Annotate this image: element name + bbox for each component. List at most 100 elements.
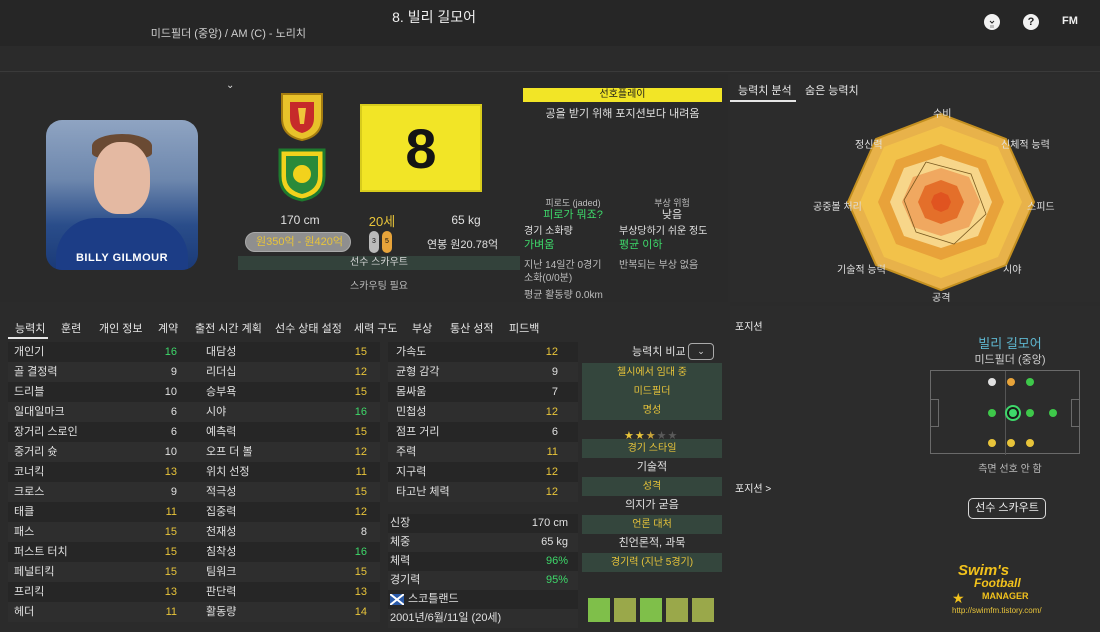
attribute-row[interactable]: 판단력 13 — [198, 582, 380, 602]
attribute-row[interactable]: 장거리 스로인 6 — [8, 422, 198, 442]
attribute-value: 10 — [164, 386, 177, 398]
compare-dropdown-button[interactable]: ⌄ — [688, 343, 714, 360]
attribute-value: 7 — [551, 386, 558, 398]
attribute-name: 판단력 — [206, 586, 237, 598]
chevron-down-icon[interactable]: ⌄ — [226, 80, 234, 91]
attribute-row[interactable]: 침착성 16 — [198, 542, 380, 562]
attribute-row[interactable]: 리더십 12 — [198, 362, 380, 382]
attribute-row[interactable]: 민첩성 12 — [388, 402, 578, 422]
attribute-row[interactable]: 적극성 15 — [198, 482, 380, 502]
tab-personal-info[interactable]: 개인 정보 — [99, 320, 143, 336]
avg-distance-text: 평균 활동량 0.0km — [524, 290, 603, 301]
attribute-value: 15 — [354, 386, 367, 398]
attribute-value: 6 — [170, 426, 177, 438]
attribute-row[interactable]: 집중력 12 — [198, 502, 380, 522]
attribute-row[interactable]: 크로스 9 — [8, 482, 198, 502]
tab-hidden-attributes[interactable]: 숨은 능력치 — [805, 82, 859, 98]
attribute-row[interactable]: 오프 더 볼 12 — [198, 442, 380, 462]
attribute-row[interactable]: 주력 11 — [388, 442, 578, 462]
star-icon: ★ — [624, 430, 635, 442]
attribute-value: 11 — [355, 466, 367, 478]
attribute-row[interactable]: 개인기 16 — [8, 342, 198, 362]
player-name-title: 8. 빌리 길모어 — [392, 9, 476, 25]
attribute-value: 15 — [354, 346, 367, 358]
attribute-value: 12 — [354, 366, 367, 378]
attribute-row[interactable]: 승부욕 15 — [198, 382, 380, 402]
height-value: 170 cm — [280, 213, 320, 227]
attribute-row[interactable]: 페널티킥 15 — [8, 562, 198, 582]
attribute-row[interactable]: 몸싸움 7 — [388, 382, 578, 402]
tab-feedback[interactable]: 피드백 — [509, 320, 539, 336]
attribute-row[interactable]: 위치 선정 11 — [198, 462, 380, 482]
attribute-row[interactable]: 타고난 체력 12 — [388, 482, 578, 502]
attribute-row[interactable]: 골 결정력 9 — [8, 362, 198, 382]
right-foot-icon: 5 — [382, 231, 392, 253]
last14-sub-text: 소화(0/0분) — [524, 273, 573, 284]
tab-dynamics[interactable]: 세력 구도 — [354, 320, 398, 336]
attribute-name: 승부욕 — [206, 386, 237, 398]
recurring-injury-text: 반복되는 부상 없음 — [619, 260, 699, 271]
attribute-row[interactable]: 헤더 11 — [8, 602, 198, 622]
sub-bar — [0, 46, 1100, 72]
norwich-crest-icon[interactable] — [276, 146, 328, 202]
scotland-crest-icon[interactable] — [278, 90, 326, 142]
radar-label-attacking: 공격 — [932, 293, 951, 304]
attribute-row[interactable]: 대담성 15 — [198, 342, 380, 362]
tab-contract[interactable]: 계약 — [158, 320, 178, 336]
attribute-row[interactable]: 시야 16 — [198, 402, 380, 422]
attribute-row[interactable]: 지구력 12 — [388, 462, 578, 482]
attribute-row[interactable]: 균형 감각 9 — [388, 362, 578, 382]
attribute-row[interactable]: 팀워크 15 — [198, 562, 380, 582]
positions-link[interactable]: 포지션 > — [735, 480, 771, 495]
attribute-value: 10 — [164, 446, 177, 458]
scotland-flag-icon — [389, 593, 405, 606]
attribute-row[interactable]: 퍼스트 터치 15 — [8, 542, 198, 562]
form-bar-4 — [666, 598, 688, 622]
player-photo: BILLY GILMOUR — [46, 120, 198, 270]
info-row: 2001년/6월/11일 (20세) — [388, 609, 578, 628]
help-icon[interactable]: ? — [1023, 14, 1039, 30]
compare-header: 성격 — [582, 477, 722, 496]
transfer-value-pill[interactable]: 원350억 - 원420억 — [245, 232, 351, 252]
physical-attributes: 가속도 12 균형 감각 9 몸싸움 7 민첩성 12 점프 거리 6 주력 11 지구력 12 타고난 체… — [388, 342, 578, 502]
star-icon: ★ — [656, 430, 668, 442]
form-bar-1 — [588, 598, 610, 622]
tab-injuries[interactable]: 부상 — [412, 320, 432, 336]
attribute-name: 리더십 — [206, 366, 237, 378]
attribute-value: 11 — [165, 506, 177, 518]
attribute-row[interactable]: 패스 15 — [8, 522, 198, 542]
player-info-table: 신장 170 cm 체중 65 kg 체력 96% 경기력 95% 스코틀랜드 2001년/6월/… — [388, 514, 578, 628]
compare-header: 경기력 (지난 5경기) — [582, 553, 722, 572]
attribute-row[interactable]: 가속도 12 — [388, 342, 578, 362]
tab-playing-time[interactable]: 출전 시간 계획 — [195, 320, 262, 336]
attribute-row[interactable]: 활동량 14 — [198, 602, 380, 622]
attribute-value: 16 — [354, 546, 367, 558]
attribute-row[interactable]: 드리블 10 — [8, 382, 198, 402]
radar-label-defending: 수비 — [933, 109, 952, 120]
attribute-value: 15 — [354, 566, 367, 578]
tab-attributes[interactable]: 능력치 — [15, 320, 45, 336]
tab-training[interactable]: 훈련 — [61, 320, 81, 336]
tab-attribute-analysis[interactable]: 능력치 분석 — [738, 82, 792, 98]
technical-attributes: 개인기 16 골 결정력 9 드리블 10 일대일마크 6 장거리 스로인 6 중거리 슛 10 코너킥… — [8, 342, 198, 622]
attribute-row[interactable]: 천재성 8 — [198, 522, 380, 542]
form-bar-3 — [640, 598, 662, 622]
tab-player-status[interactable]: 선수 상태 설정 — [275, 320, 342, 336]
star-icon: ★ — [645, 430, 657, 442]
attribute-row[interactable]: 프리킥 13 — [8, 582, 198, 602]
attribute-row[interactable]: 중거리 슛 10 — [8, 442, 198, 462]
attribute-row[interactable]: 코너킥 13 — [8, 462, 198, 482]
attribute-row[interactable]: 일대일마크 6 — [8, 402, 198, 422]
age-value: 20세 — [368, 214, 396, 229]
bulb-icon[interactable] — [984, 14, 1000, 30]
attribute-row[interactable]: 예측력 15 — [198, 422, 380, 442]
fm-logo[interactable]: FM — [1062, 15, 1078, 27]
compare-header: 명성 — [582, 401, 722, 420]
attribute-name: 코너킥 — [14, 466, 45, 478]
attribute-row[interactable]: 태클 11 — [8, 502, 198, 522]
attribute-row[interactable]: 점프 거리 6 — [388, 422, 578, 442]
attribute-value: 11 — [165, 606, 177, 618]
tab-career-stats[interactable]: 통산 성적 — [450, 320, 494, 336]
scout-status-bar[interactable]: 선수 스카우트 — [238, 256, 520, 270]
scout-player-button[interactable]: 선수 스카우트 — [968, 498, 1046, 519]
